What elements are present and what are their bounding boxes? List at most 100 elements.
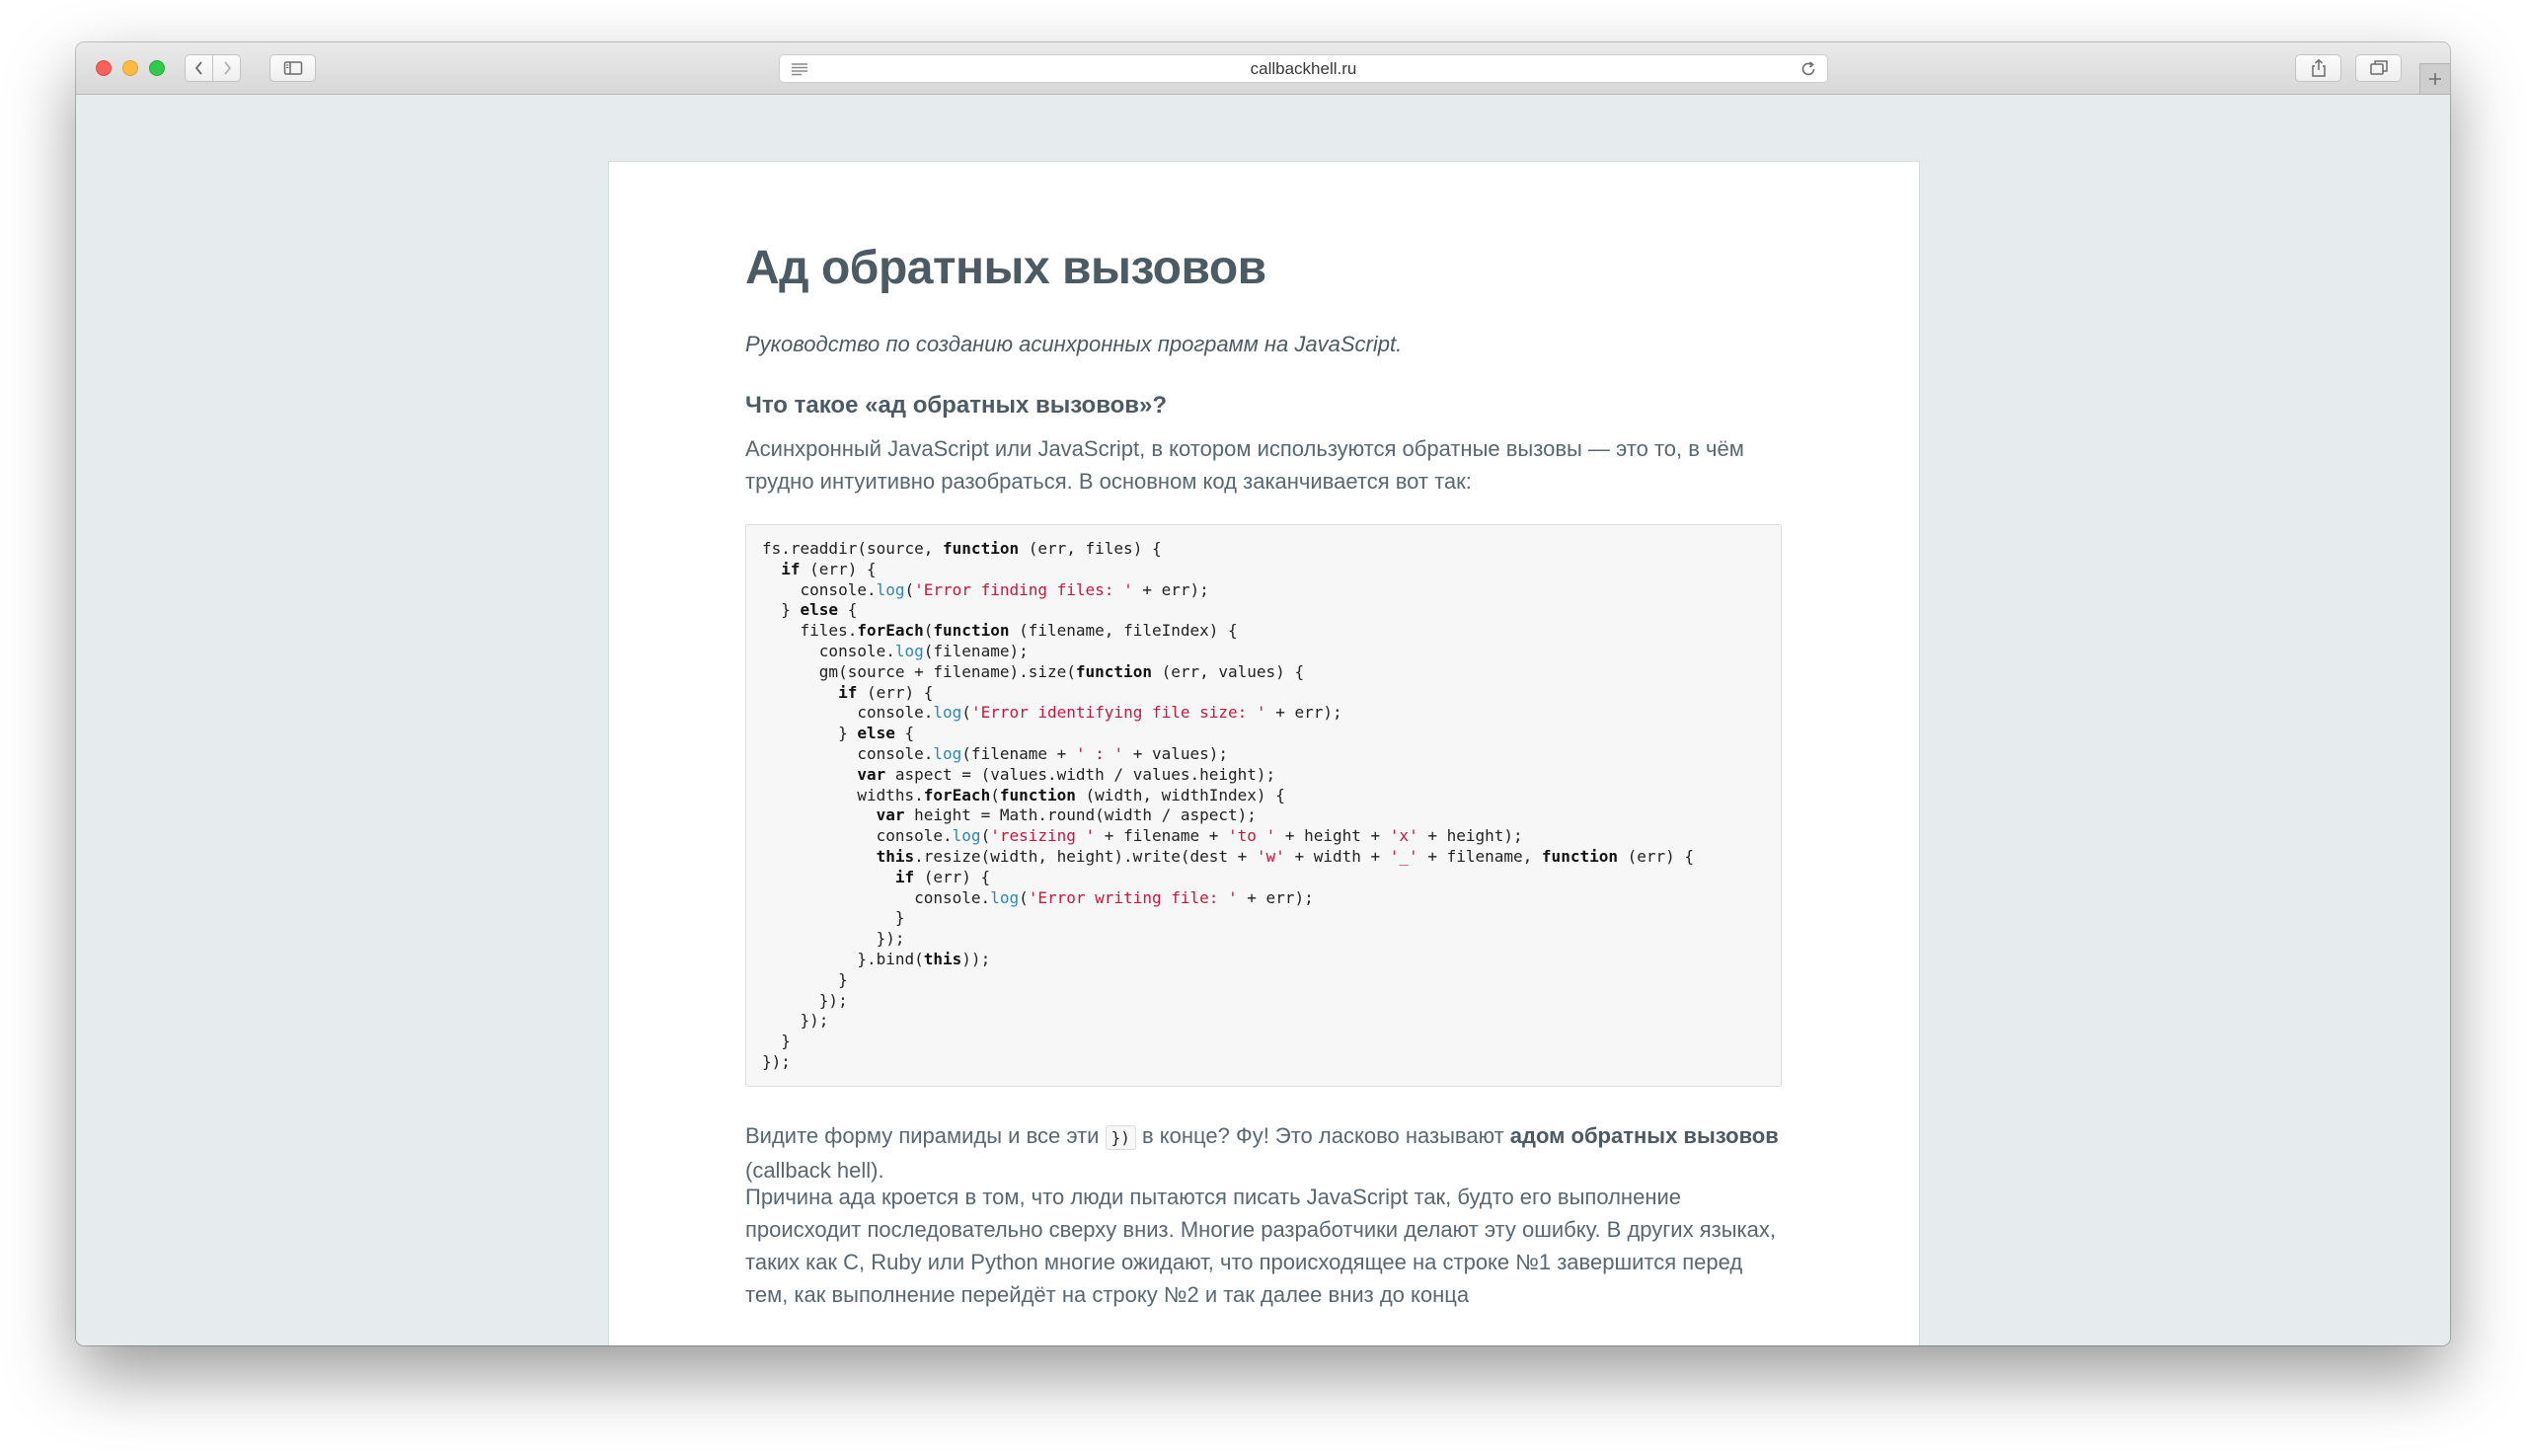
code-token: 'Error identifying file size: '	[970, 703, 1266, 723]
code-token: else	[857, 724, 895, 743]
code-token: function	[943, 539, 1020, 558]
web-content: Ад обратных вызовов Руководство по созда…	[76, 95, 2450, 1345]
code-line: });	[762, 1011, 829, 1030]
code-line: console.log('resizing ' + filename + 'to…	[762, 826, 1523, 845]
pyramid-paragraph: Видите форму пирамиды и все эти }) в кон…	[745, 1119, 1782, 1187]
sidebar-button[interactable]	[269, 54, 316, 82]
code-token: 'w'	[1256, 846, 1285, 866]
code-token: }	[762, 908, 905, 928]
tab-overview-button[interactable]	[2355, 54, 2402, 82]
code-token: (filename, fileIndex) {	[1009, 621, 1238, 641]
back-button[interactable]	[185, 54, 213, 82]
code-line: this.resize(width, height).write(dest + …	[762, 847, 1694, 866]
code-token: console.	[762, 743, 934, 763]
code-token: function	[1075, 661, 1152, 681]
code-token: log	[933, 743, 962, 763]
code-token: if	[838, 682, 858, 702]
chevron-right-icon	[223, 61, 231, 75]
code-token: });	[762, 990, 848, 1010]
minimize-window-button[interactable]	[122, 60, 138, 76]
share-button[interactable]	[2295, 54, 2341, 82]
code-line: console.log(filename);	[762, 642, 1029, 660]
code-token: (	[1019, 887, 1029, 907]
code-token: + width +	[1284, 846, 1390, 866]
code-token: '_'	[1389, 846, 1418, 866]
code-token: log	[894, 641, 924, 660]
code-token: forEach	[923, 785, 991, 805]
bold-term: адом обратных вызовов	[1509, 1123, 1779, 1148]
close-window-button[interactable]	[96, 60, 112, 76]
text-span: Видите форму пирамиды и все эти	[745, 1123, 1106, 1148]
code-token: + filename,	[1417, 846, 1542, 866]
code-line: var aspect = (values.width / values.heig…	[762, 765, 1275, 784]
code-token: fs.readdir(source,	[762, 539, 944, 558]
chevron-left-icon	[194, 61, 202, 75]
code-token: (	[961, 703, 971, 723]
code-token: + err);	[1132, 579, 1209, 599]
code-token: log	[933, 703, 962, 723]
code-token: }	[762, 1032, 791, 1051]
code-token: forEach	[857, 621, 924, 641]
code-token: });	[762, 1051, 791, 1071]
code-line: widths.forEach(function (width, widthInd…	[762, 786, 1285, 805]
code-token: 'Error finding files: '	[914, 579, 1133, 599]
code-token: function	[933, 621, 1010, 641]
code-token: if	[894, 867, 915, 886]
code-block: fs.readdir(source, function (err, files)…	[745, 524, 1782, 1087]
section-heading: Что такое «ад обратных вызовов»?	[745, 392, 1168, 419]
code-token: .resize(width, height).write(dest +	[914, 846, 1257, 866]
reload-icon[interactable]	[1800, 60, 1817, 78]
code-token: this	[923, 949, 962, 968]
code-token: + height);	[1417, 826, 1523, 846]
browser-window: callbackhell.ru Ад обратных вызовов Руко…	[76, 42, 2450, 1345]
code-line: });	[762, 929, 905, 948]
code-line: } else {	[762, 600, 857, 619]
code-line: console.log('Error writing file: ' + err…	[762, 888, 1314, 907]
forward-button[interactable]	[212, 54, 241, 82]
code-token: }	[762, 600, 801, 620]
browser-toolbar: callbackhell.ru	[76, 42, 2450, 95]
code-token: + err);	[1237, 887, 1314, 907]
zoom-window-button[interactable]	[149, 60, 165, 76]
tabs-overview-icon	[2369, 60, 2388, 75]
code-token: (	[980, 826, 991, 846]
code-token: {	[838, 600, 858, 620]
code-token: (err) {	[857, 682, 934, 702]
code-token: function	[999, 785, 1076, 805]
address-bar[interactable]: callbackhell.ru	[779, 54, 1828, 83]
code-line: files.forEach(function (filename, fileIn…	[762, 621, 1238, 640]
code-token: (filename);	[923, 641, 1029, 660]
code-token: (err, files) {	[1019, 539, 1162, 558]
code-token: });	[762, 929, 905, 949]
code-token: + err);	[1265, 703, 1342, 723]
code-token: }	[762, 724, 858, 743]
code-token: function	[1541, 846, 1618, 866]
code-token: 'x'	[1389, 826, 1418, 846]
intro-paragraph: Асинхронный JavaScript или JavaScript, в…	[745, 436, 1744, 494]
code-line: if (err) {	[762, 868, 990, 886]
code-line: }	[762, 970, 848, 989]
code-token: + height +	[1275, 826, 1390, 846]
code-token: gm(source + filename).size(	[762, 661, 1076, 681]
code-token: console.	[762, 641, 895, 660]
code-token: ' : '	[1075, 743, 1124, 763]
code-token: (err) {	[800, 559, 877, 578]
code-token: console.	[762, 703, 934, 723]
code-line: console.log('Error finding files: ' + er…	[762, 580, 1209, 599]
text-span: (callback hell).	[745, 1158, 884, 1183]
code-token: (	[904, 579, 915, 599]
code-token: (width, widthIndex) {	[1075, 785, 1285, 805]
code-line: }	[762, 1032, 791, 1050]
code-token: (err) {	[1617, 846, 1695, 866]
code-token: else	[800, 600, 839, 620]
code-token: this	[876, 846, 915, 866]
text-span: в конце? Фу! Это ласково называют	[1135, 1123, 1510, 1148]
share-icon	[2311, 58, 2326, 77]
code-token: console.	[762, 887, 991, 907]
code-token: console.	[762, 579, 877, 599]
new-tab-button[interactable]	[2419, 63, 2450, 94]
code-token: (	[990, 785, 1000, 805]
code-token: (err, values) {	[1151, 661, 1305, 681]
